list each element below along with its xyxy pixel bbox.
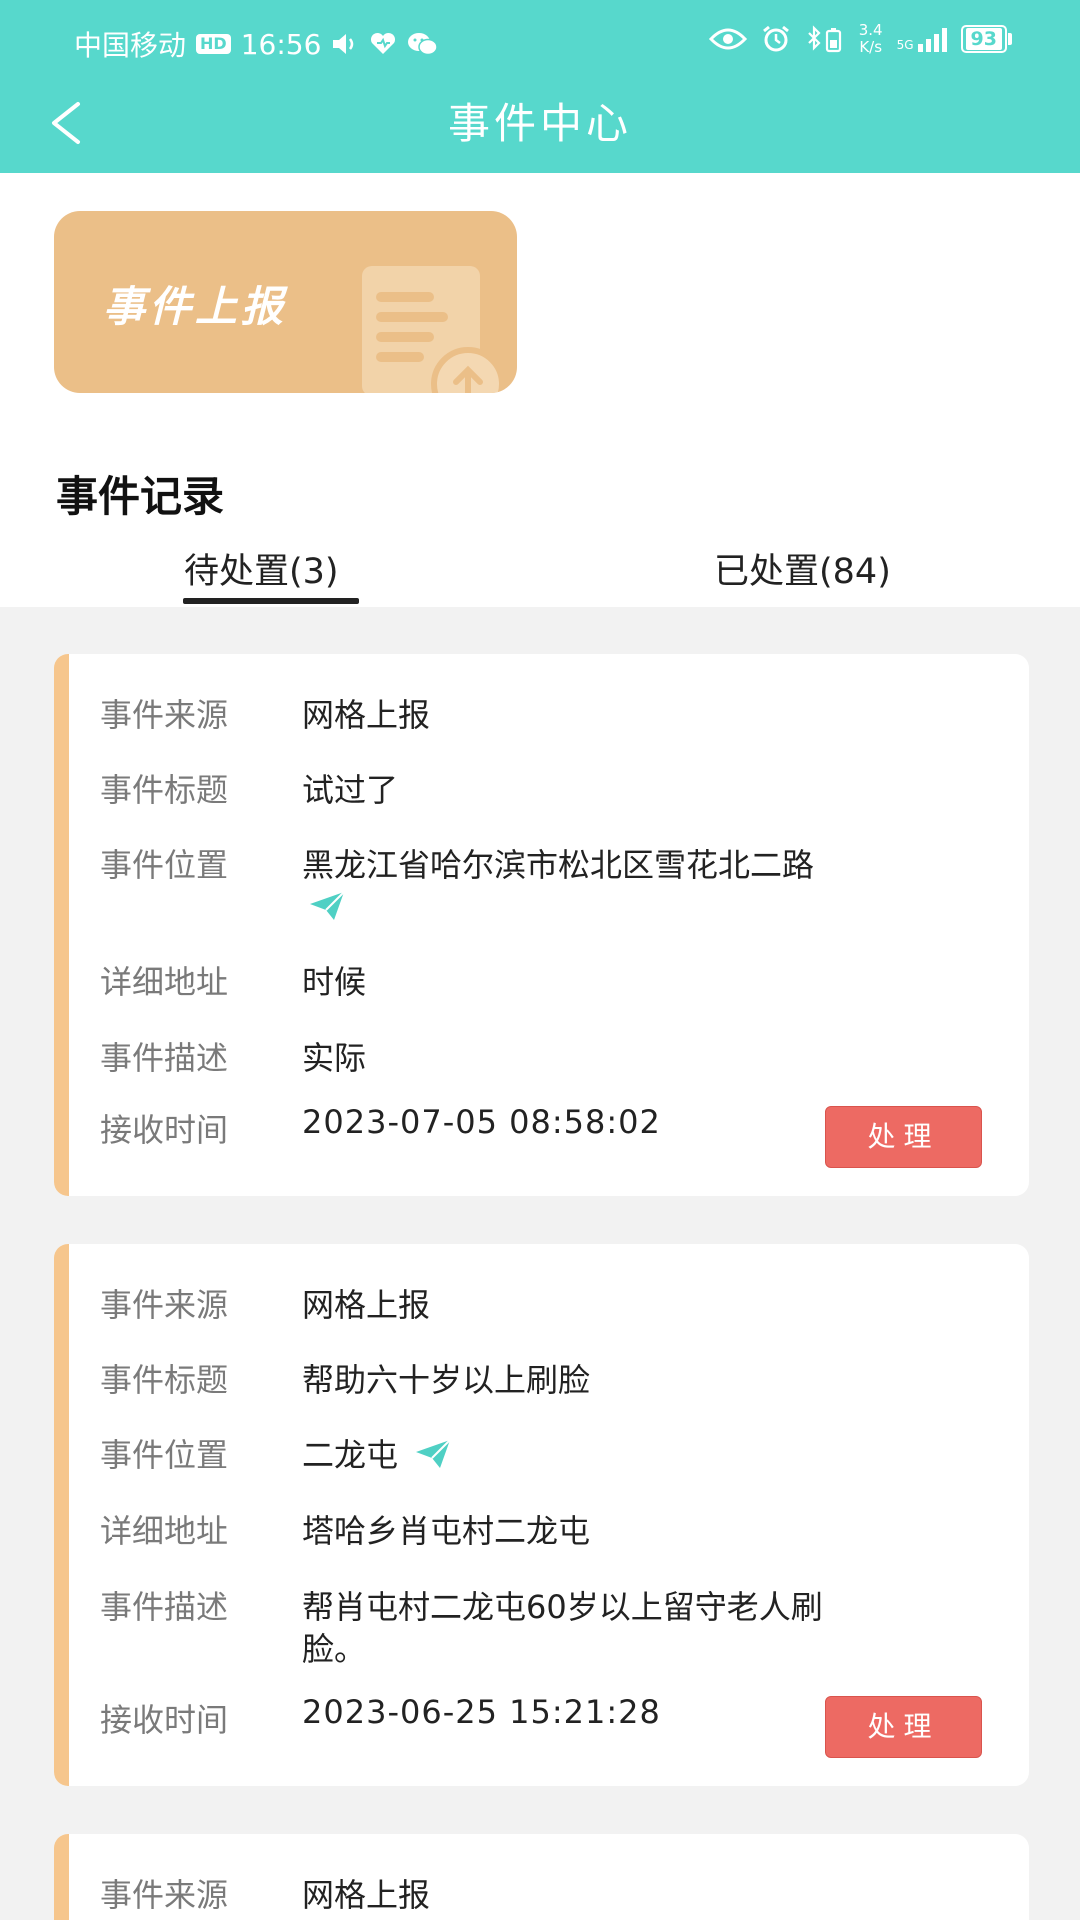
report-event-banner[interactable]: 事件上报 (54, 211, 517, 393)
signal-bars-icon (917, 26, 947, 52)
clock: 16:56 (240, 27, 322, 61)
carrier-name: 中国移动 (74, 29, 187, 62)
label-received-time: 接收时间 (100, 1111, 229, 1149)
network-speed-unit: K/s (859, 38, 883, 56)
label-event-location: 事件位置 (100, 1436, 229, 1474)
event-location-value[interactable]: 二龙屯 (302, 1434, 847, 1476)
page-title: 事件中心 (447, 99, 632, 148)
process-button[interactable]: 处理 (825, 1696, 982, 1758)
tab-processed[interactable]: 已处置(84) (714, 543, 891, 594)
card-accent-bar (54, 1244, 69, 1786)
process-button[interactable]: 处理 (825, 1106, 982, 1168)
event-address-value: 时候 (302, 963, 367, 1001)
event-received-value: 2023-07-05 08:58:02 (302, 1103, 661, 1141)
label-received-time: 接收时间 (100, 1701, 229, 1739)
event-title-value: 帮助六十岁以上刷脸 (302, 1361, 591, 1399)
label-event-title: 事件标题 (100, 771, 229, 809)
event-address-value: 塔哈乡肖屯村二龙屯 (302, 1512, 591, 1550)
event-source-value: 网格上报 (302, 696, 431, 734)
network-speed: 3.4 K/s (859, 22, 883, 56)
signal-5g-label: 5G (896, 38, 914, 52)
report-event-label: 事件上报 (103, 282, 288, 331)
label-event-source: 事件来源 (100, 1876, 229, 1914)
top-section: 事件上报 事件记录 待处置(3) 已处置(84) (0, 173, 1080, 607)
event-location-text: 黑龙江省哈尔滨市松北区雪花北二路 (302, 846, 815, 884)
event-location-value[interactable]: 黑龙江省哈尔滨市松北区雪花北二路 (302, 844, 847, 928)
battery-icon: 93 (960, 25, 1012, 53)
label-event-source: 事件来源 (100, 696, 229, 734)
eye-icon (708, 28, 747, 50)
signal-strength: 5G (897, 26, 947, 52)
navigate-icon[interactable] (414, 1438, 452, 1470)
label-detail-address: 详细地址 (100, 963, 229, 1001)
label-event-description: 事件描述 (100, 1039, 229, 1077)
alarm-icon (762, 25, 789, 52)
label-event-title: 事件标题 (100, 1361, 229, 1399)
event-description-value: 帮肖屯村二龙屯60岁以上留守老人刷脸。 (302, 1588, 823, 1668)
document-upload-icon (362, 266, 505, 393)
card-accent-bar (54, 1834, 69, 1920)
event-records-heading: 事件记录 (56, 472, 225, 521)
bluetooth-battery-icon (807, 25, 841, 53)
card-accent-bar (54, 654, 69, 1196)
event-source-value: 网格上报 (302, 1286, 431, 1324)
battery-level: 93 (965, 28, 1002, 50)
label-event-location: 事件位置 (100, 846, 229, 884)
event-description-value: 实际 (302, 1039, 367, 1077)
label-detail-address: 详细地址 (100, 1512, 229, 1550)
network-speed-value: 3.4 (858, 21, 883, 39)
navigate-icon[interactable] (308, 890, 346, 922)
event-source-value: 网格上报 (302, 1876, 431, 1914)
event-location-text: 二龙屯 (302, 1436, 399, 1474)
event-card: 事件来源 网格上报 (54, 1834, 1029, 1920)
heart-icon (371, 32, 396, 54)
event-card: 事件来源 网格上报 事件标题 试过了 事件位置 黑龙江省哈尔滨市松北区雪花北二路… (54, 654, 1029, 1196)
event-card: 事件来源 网格上报 事件标题 帮助六十岁以上刷脸 事件位置 二龙屯 详细地址 塔… (54, 1244, 1029, 1786)
event-title-value: 试过了 (302, 771, 399, 809)
label-event-source: 事件来源 (100, 1286, 229, 1324)
label-event-description: 事件描述 (100, 1588, 229, 1626)
event-received-value: 2023-06-25 15:21:28 (302, 1693, 661, 1731)
speaker-icon (333, 34, 354, 54)
hd-badge: HD (196, 34, 231, 54)
active-tab-indicator (183, 598, 359, 604)
tab-pending[interactable]: 待处置(3) (184, 543, 339, 594)
app-header: 中国移动 HD 16:56 3.4 K/s 5G 93 事件中心 (0, 0, 1080, 173)
wechat-icon (408, 33, 439, 56)
status-bar: 中国移动 HD 16:56 3.4 K/s 5G 93 (0, 18, 1080, 66)
